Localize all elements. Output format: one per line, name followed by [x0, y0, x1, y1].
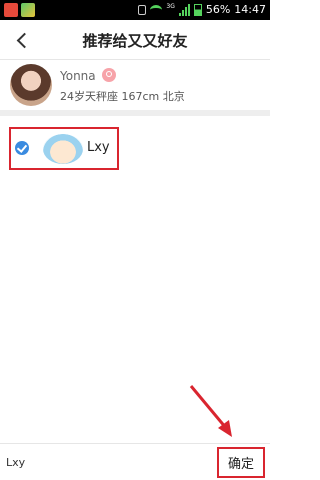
- page-title: 推荐给又又好友: [82, 32, 188, 50]
- friend-item[interactable]: Lxy: [9, 127, 119, 170]
- app-icon-2: [21, 3, 35, 17]
- battery-percent: 56%: [205, 3, 231, 16]
- confirm-label: 确定: [227, 457, 254, 472]
- status-indicators: 3G 56% 14:47: [138, 2, 266, 18]
- bottom-bar: Lxy 确定: [0, 443, 270, 480]
- network-type: 3G: [166, 2, 175, 10]
- confirm-button[interactable]: 确定: [217, 447, 265, 478]
- notification-icons: [4, 3, 35, 17]
- clock: 14:47: [234, 3, 266, 16]
- profile-name: Yonna: [60, 69, 96, 83]
- female-icon: [102, 68, 116, 82]
- mute-icon: [138, 5, 147, 15]
- app-icon-1: [4, 3, 18, 17]
- checkbox-checked-icon[interactable]: [15, 141, 29, 155]
- selected-friends: Lxy: [6, 456, 26, 469]
- friend-name: Lxy: [87, 140, 110, 155]
- avatar: [10, 64, 52, 106]
- status-bar: 3G 56% 14:47: [0, 0, 270, 20]
- title-bar: 推荐给又又好友: [0, 20, 270, 60]
- friend-avatar: [43, 134, 83, 164]
- profile-info: 24岁天秤座 167cm 北京: [60, 90, 185, 103]
- wifi-icon: [150, 5, 163, 15]
- section-divider: [0, 110, 270, 116]
- recommended-profile: Yonna 24岁天秤座 167cm 北京: [0, 60, 270, 110]
- signal-icon: [178, 4, 190, 16]
- annotation-arrow-icon: [189, 385, 232, 437]
- battery-icon: [193, 4, 202, 16]
